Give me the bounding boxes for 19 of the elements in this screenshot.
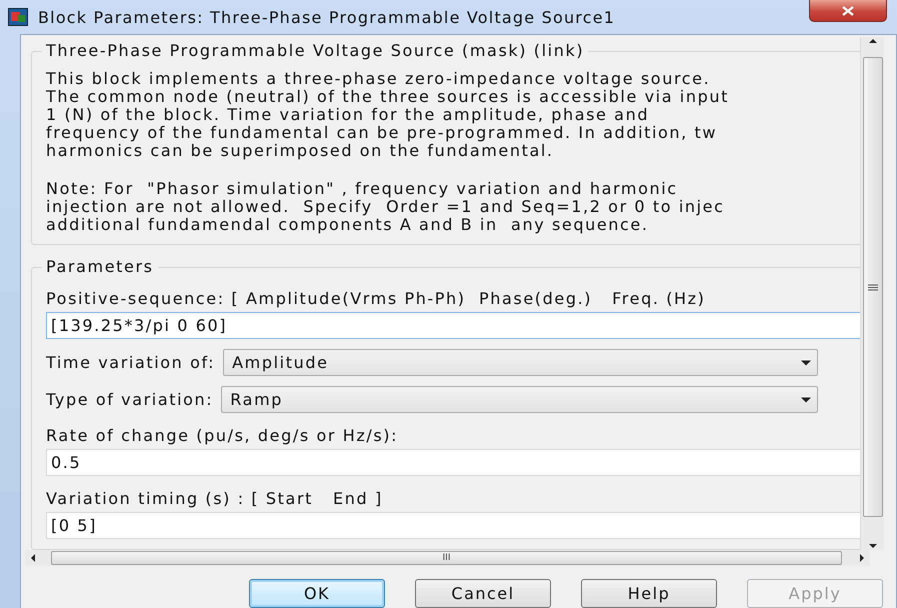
description-text: This block implements a three-phase zero-impedance voltage source. The common node (neutral) of the three sources is accessible via input 1 (N) of the block. Time variation for the amplitude, phase and frequency of the fundamental can be pre-programmed. In addition, tw harmonics can be superimposed on the fundamental. [46,70,730,160]
text-field[interactable]: [139.25*3/pi 0 60] [46,312,860,339]
field-label: Rate of change (pu/s, deg/s or Hz/s): [46,427,400,445]
text-field[interactable]: 0.5 [46,449,860,476]
window-title: Block Parameters: Three-Phase Programmable Voltage Source1 [38,8,616,26]
group-title: Three-Phase Programmable Voltage Source (mask) (link) [42,41,588,60]
horizontal-scrollbar[interactable]: III [25,550,870,566]
scroll-thumb[interactable]: III [51,551,842,566]
text-field[interactable]: [0 5] [46,512,860,539]
field-label: Time variation of: [46,354,216,372]
dialog-button[interactable]: Help [581,579,717,608]
field-label: Positive-sequence: [ Amplitude(Vrms Ph-Ph) Phase(deg.) Freq. (Hz) [46,290,707,308]
field-label: Variation timing (s) : [ Start End ] [46,490,384,508]
dialog-button[interactable]: OK [249,579,385,608]
description-text: Note: For "Phasor simulation" , frequency variation and harmonic injection are not allowed. Specify Order =1 and Seq=1,2 or 0 to injec additional fundamendal components A and B in any sequence. [46,180,726,234]
field-label: Type of variation: [46,390,214,408]
dropdown[interactable]: Ramp [221,386,818,413]
dropdown[interactable]: Amplitude [223,349,818,376]
dialog-button[interactable]: Cancel [415,579,551,608]
